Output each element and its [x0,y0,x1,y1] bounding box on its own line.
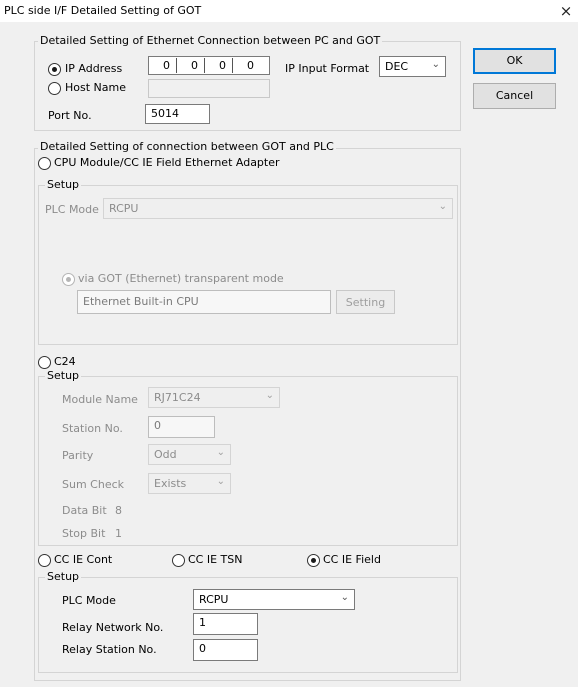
window-title: PLC side I/F Detailed Setting of GOT [4,4,202,17]
cpu-module-radio[interactable] [38,157,51,170]
stop-bit-label: Stop Bit [62,527,106,540]
parity-select: Odd ⌄ [148,444,231,465]
ip-divider [204,58,205,73]
chevron-down-icon: ⌄ [265,390,274,401]
chevron-down-icon: ⌄ [431,59,440,70]
ip-segment-1[interactable]: 0 [152,59,170,72]
parity-label: Parity [62,449,94,462]
relay-network-field[interactable]: 1 [193,613,258,635]
parity-value: Odd [154,448,177,461]
ip-input-format-label: IP Input Format [285,62,370,75]
close-icon[interactable]: × [556,1,576,21]
field-plc-mode-value: RCPU [199,593,229,606]
cc-ie-tsn-label: CC IE TSN [188,553,243,566]
relay-network-label: Relay Network No. [62,621,164,634]
port-field[interactable]: 5014 [145,104,210,124]
cpu-plc-mode-label: PLC Mode [45,203,99,216]
cancel-button[interactable]: Cancel [473,83,556,109]
field-plc-mode-select[interactable]: RCPU ⌄ [193,589,355,610]
cpu-module-label: CPU Module/CC IE Field Ethernet Adapter [54,156,280,169]
ip-input-format-value: DEC [385,60,409,73]
field-plc-mode-label: PLC Mode [62,594,116,607]
c24-radio[interactable] [38,356,51,369]
via-got-label: via GOT (Ethernet) transparent mode [78,272,284,285]
ok-button[interactable]: OK [473,48,556,74]
cpu-setup-legend: Setup [45,178,82,191]
ip-address-label: IP Address [65,62,123,75]
host-name-radio[interactable] [48,82,61,95]
station-no-label: Station No. [62,422,123,435]
plc-connection-legend: Detailed Setting of connection between G… [38,140,336,153]
setting-button: Setting [336,290,395,314]
module-name-value: RJ71C24 [154,391,201,404]
field-setup-legend: Setup [45,570,82,583]
sum-check-value: Exists [154,477,187,490]
ip-divider [232,58,233,73]
ip-input-format-select[interactable]: DEC ⌄ [379,56,446,77]
module-name-label: Module Name [62,393,138,406]
cc-ie-field-radio[interactable] [307,554,320,567]
ip-segment-4[interactable]: 0 [236,59,254,72]
sum-check-select: Exists ⌄ [148,473,231,494]
chevron-down-icon: ⌄ [340,592,349,603]
cc-ie-cont-radio[interactable] [38,554,51,567]
cpu-plc-mode-select: RCPU ⌄ [103,198,453,219]
data-bit-label: Data Bit [62,504,107,517]
relay-station-field[interactable]: 0 [193,639,258,661]
cc-ie-field-label: CC IE Field [323,553,381,566]
cpu-plc-mode-value: RCPU [109,202,139,215]
chevron-down-icon: ⌄ [216,476,225,487]
chevron-down-icon: ⌄ [216,447,225,458]
ethernet-group-legend: Detailed Setting of Ethernet Connection … [38,34,383,47]
cc-ie-cont-label: CC IE Cont [54,553,113,566]
ethernet-cpu-field: Ethernet Built-in CPU [77,290,331,314]
chevron-down-icon: ⌄ [438,201,447,212]
sum-check-label: Sum Check [62,478,125,491]
ip-divider [176,58,177,73]
stop-bit-value: 1 [115,527,122,540]
ip-segment-3[interactable]: 0 [208,59,226,72]
cc-ie-tsn-radio[interactable] [172,554,185,567]
ip-segment-2[interactable]: 0 [180,59,198,72]
relay-station-label: Relay Station No. [62,643,157,656]
port-label: Port No. [48,109,92,122]
host-name-field[interactable] [148,79,270,98]
ip-address-field[interactable]: 0 0 0 0 [148,56,270,75]
host-name-label: Host Name [65,81,126,94]
ip-address-radio[interactable] [48,63,61,76]
module-name-select: RJ71C24 ⌄ [148,387,280,408]
station-no-field: 0 [148,416,215,438]
c24-label: C24 [54,355,76,368]
c24-setup-legend: Setup [45,369,82,382]
via-got-radio [62,273,75,286]
data-bit-value: 8 [115,504,122,517]
